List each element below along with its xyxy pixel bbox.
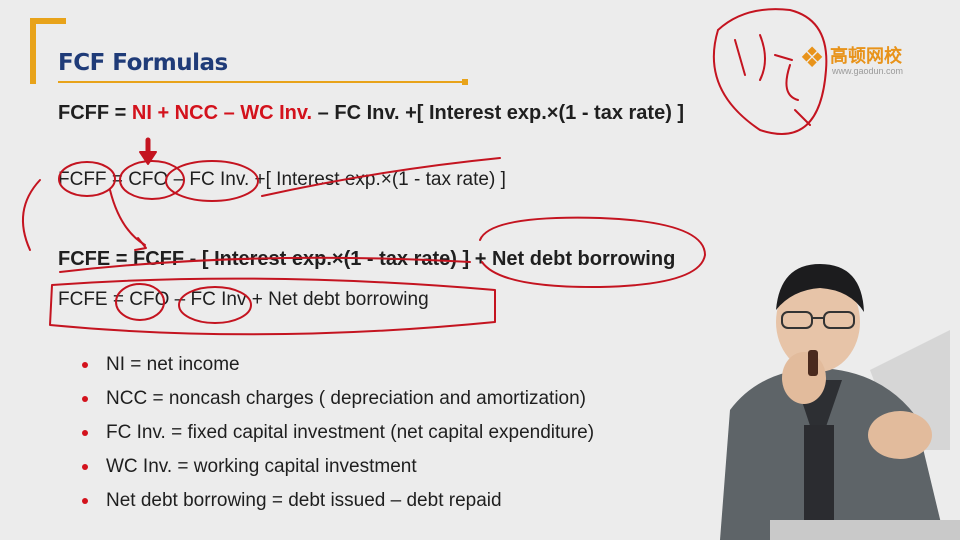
bullet-dot [82,464,88,470]
definition-text: NI = net income [106,354,240,375]
definition-item: Net debt borrowing = debt issued – debt … [78,488,594,522]
formula-fcff-cfo: FCFF = CFO – FC Inv. +[ Interest exp.×(1… [58,169,506,190]
title-underline-end [462,79,468,85]
lecture-slide: FCF Formulas ❖ 高顿网校 www.gaodun.com FCFF … [0,0,960,540]
definition-item: FC Inv. = fixed capital investment (net … [78,420,594,454]
bullet-dot [82,362,88,368]
laptop [770,520,960,540]
bullet-dot [82,498,88,504]
brand-logo: ❖ 高顿网校 www.gaodun.com [796,40,926,80]
gaodun-logo-icon: ❖ [799,42,825,73]
formula-fcfe-cfo: FCFE = CFO – FC Inv + Net debt borrowing [58,289,429,310]
definition-list: NI = net income NCC = noncash charges ( … [78,352,594,522]
formula-fcff-lhs: FCFF = [58,102,132,124]
definition-item: NCC = noncash charges ( depreciation and… [78,386,594,420]
formula-fcfe-full: FCFE = FCFF - [ Interest exp.×(1 - tax r… [58,248,676,270]
annotation-arrowhead [139,151,157,165]
title-underline [58,81,466,83]
logo-name: 高顿网校 [830,46,902,67]
presenter-video [720,264,960,540]
slide-title: FCF Formulas [58,50,228,76]
definition-item: NI = net income [78,352,594,386]
definition-text: NCC = noncash charges ( depreciation and… [106,388,587,409]
bullet-dot [82,396,88,402]
definition-text: FC Inv. = fixed capital investment (net … [106,422,595,443]
annotation-bracket-left [22,179,41,251]
presenter-hand-left [782,352,826,404]
formula-fcff-highlight: NI + NCC – WC Inv. [131,102,313,124]
definition-text: WC Inv. = working capital investment [106,456,417,477]
formula-fcff-rest: – FC Inv. +[ Interest exp.×(1 - tax rate… [312,102,685,124]
presenter-hand-right [868,411,932,459]
annotation-arrow-curve [109,189,146,246]
formula-fcff-full: FCFF = NI + NCC – WC Inv. – FC Inv. +[ I… [58,102,684,125]
microphone [808,350,818,376]
definition-item: WC Inv. = working capital investment [78,454,594,488]
bullet-dot [82,430,88,436]
logo-url: www.gaodun.com [832,66,904,76]
definition-text: Net debt borrowing = debt issued – debt … [106,490,502,511]
